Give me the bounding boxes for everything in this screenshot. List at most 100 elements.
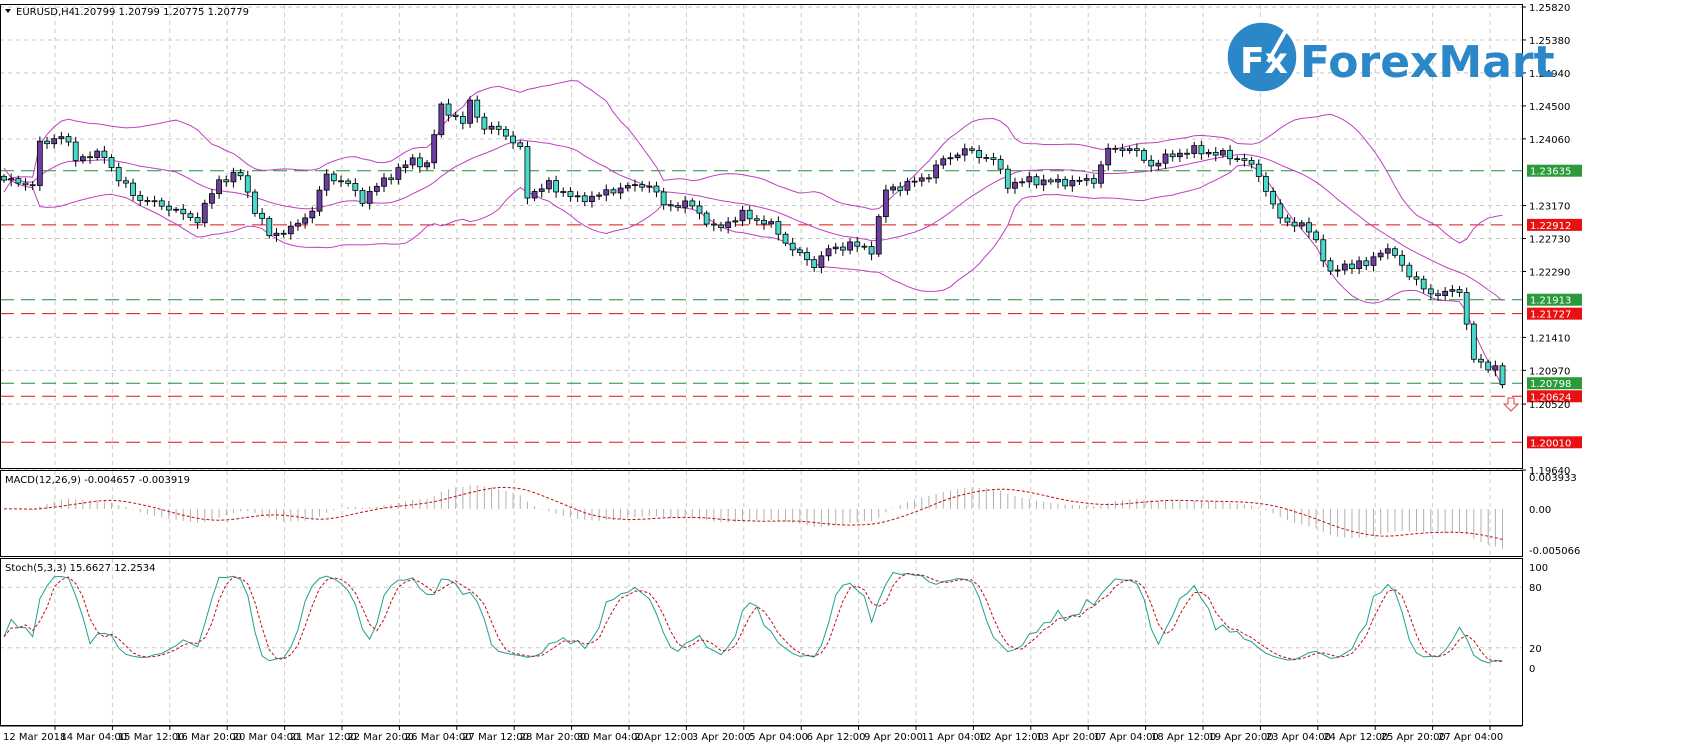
candle-bear <box>811 259 818 268</box>
candle-bear <box>990 157 997 160</box>
candle-bear <box>1420 278 1427 290</box>
candle-bull <box>58 136 65 140</box>
candle-bull <box>1019 181 1026 184</box>
trading-chart[interactable]: 1.236351.229121.219131.217271.207981.206… <box>0 0 1685 745</box>
candle-bear <box>1499 365 1506 385</box>
candle-bear <box>359 189 366 204</box>
candle-bear <box>416 157 423 168</box>
candle-bear <box>44 140 50 145</box>
candle-bull <box>1370 256 1377 266</box>
candle-bear <box>868 246 875 255</box>
candle-bear <box>1227 150 1233 160</box>
candle-bear <box>180 208 187 215</box>
dropdown-triangle-icon[interactable] <box>5 9 11 13</box>
price-tick-label: 1.25820 <box>1529 3 1570 14</box>
stoch-tick-label: 0 <box>1529 664 1535 675</box>
time-tick-label: 12 Mar 2018 <box>3 732 66 743</box>
candle-bull <box>366 191 373 204</box>
candle-bull <box>1055 178 1061 183</box>
candle-bull <box>209 193 215 204</box>
candle-bear <box>1270 190 1276 205</box>
candle-bear <box>1169 153 1176 158</box>
candle-bull <box>890 186 896 191</box>
candle-bull <box>1162 153 1169 164</box>
candle-bull <box>1105 147 1112 166</box>
candle-bull <box>1076 179 1083 182</box>
macd-tick-label: -0.005066 <box>1529 546 1580 557</box>
candle-bear <box>158 200 165 207</box>
candle-bear <box>459 116 466 124</box>
candle-bull <box>725 221 732 228</box>
price-tick-label: 1.22730 <box>1529 235 1570 246</box>
candle-bear <box>1277 203 1284 219</box>
candle-bull <box>1449 289 1456 292</box>
candle-bear <box>1212 151 1219 156</box>
candle-bull <box>1234 158 1241 161</box>
candle-bear <box>252 191 258 214</box>
candle-bear <box>65 136 72 143</box>
macd-label: MACD(12,26,9) -0.004657 -0.003919 <box>5 475 190 486</box>
candle-bear <box>1 175 7 181</box>
candle-bull <box>488 125 495 130</box>
candle-bear <box>517 142 524 147</box>
candle-bull <box>94 150 101 158</box>
candle-bear <box>761 219 767 225</box>
price-tick-label: 1.20520 <box>1529 400 1570 411</box>
candle-bull <box>438 103 445 136</box>
candle-bull <box>1205 151 1212 155</box>
candle-bull <box>883 189 889 218</box>
candle-bull <box>230 172 237 183</box>
time-tick-label: 13 Apr 20:00 <box>1036 732 1101 743</box>
candle-bear <box>502 128 509 137</box>
candle-bear <box>445 103 452 116</box>
candle-bull <box>36 140 43 186</box>
candle-bull <box>546 180 552 190</box>
candle-bear <box>696 205 703 214</box>
candle-bull <box>954 154 961 159</box>
candle-bear <box>1119 148 1126 151</box>
candle-bear <box>259 212 266 219</box>
time-tick-label: 19 Apr 20:00 <box>1208 732 1273 743</box>
candle-bear <box>280 232 287 235</box>
candle-bull <box>302 217 309 224</box>
candle-bear <box>1255 163 1262 177</box>
candle-bear <box>1306 222 1312 233</box>
candle-bear <box>746 209 753 220</box>
candle-bull <box>402 164 409 169</box>
price-tick-label: 1.22290 <box>1529 267 1570 278</box>
candle-bear <box>187 213 194 218</box>
symbol-label: EURUSD,H4 <box>16 7 75 18</box>
candle-bear <box>703 212 710 225</box>
candle-bull <box>624 185 631 189</box>
macd-tick-label: 0.003933 <box>1529 473 1577 484</box>
candle-bear <box>675 205 681 208</box>
candle-bull <box>1098 164 1104 184</box>
candle-bear <box>194 217 201 224</box>
candle-bear <box>667 204 674 207</box>
candle-bear <box>137 195 144 201</box>
macd-tick-label: 0.00 <box>1529 505 1551 516</box>
level-price-label: 1.22912 <box>1530 221 1571 232</box>
candle-bear <box>1313 231 1320 241</box>
candle-bull <box>904 181 911 191</box>
candle-bull <box>531 191 538 199</box>
candle-bull <box>273 232 280 237</box>
candle-bear <box>581 195 588 203</box>
candle-bull <box>323 173 330 191</box>
candle-bear <box>983 157 990 159</box>
candle-bull <box>1341 263 1348 271</box>
logo-mark: Fx <box>1240 41 1288 82</box>
candle-bear <box>1478 358 1484 363</box>
candle-bear <box>1435 293 1441 296</box>
candle-bear <box>796 249 803 253</box>
candle-bear <box>689 200 696 207</box>
price-tick-label: 1.20970 <box>1529 366 1570 377</box>
horizontal-levels[interactable]: 1.236351.229121.219131.217271.207981.206… <box>0 164 1582 450</box>
candle-bull <box>918 177 925 182</box>
candle-bear <box>1198 145 1205 155</box>
candle-bear <box>352 183 359 191</box>
candle-bear <box>1456 289 1463 293</box>
candle-bull <box>1220 150 1226 156</box>
candle-bull <box>732 220 739 223</box>
candle-bear <box>789 242 796 251</box>
